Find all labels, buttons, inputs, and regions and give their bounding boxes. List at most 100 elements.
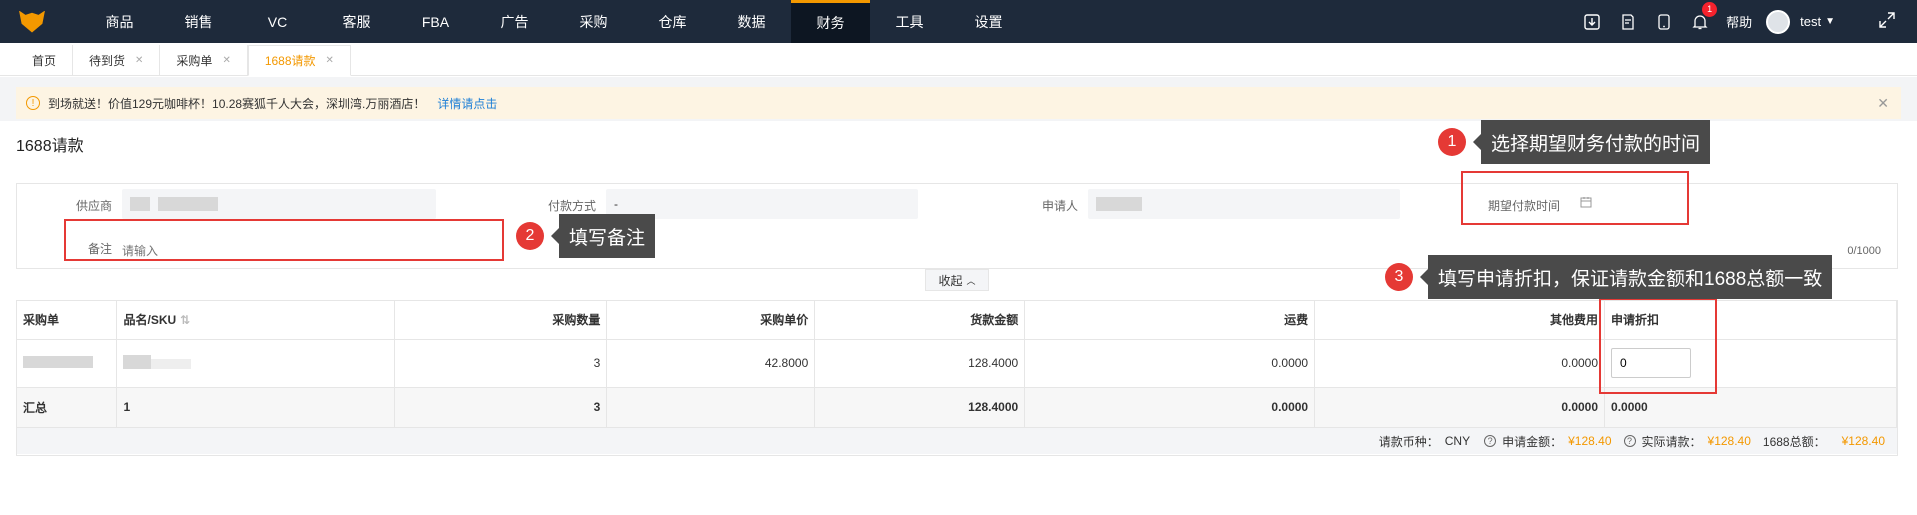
download-icon[interactable] (1574, 13, 1610, 30)
actual-amount-value: ¥128.40 (1707, 434, 1751, 448)
col-header-sku[interactable]: 品名/SKU ⇅ (116, 301, 396, 340)
total-1688-label: 1688总额： (1762, 434, 1826, 449)
total-1688-value: ¥128.40 (1841, 434, 1885, 448)
close-icon[interactable]: ✕ (135, 55, 143, 66)
blurred-value (23, 355, 93, 368)
annotation-box-discount (1599, 298, 1717, 394)
col-header: 采购数量 (394, 301, 608, 340)
close-icon[interactable]: ✕ (1877, 95, 1889, 112)
tab-home[interactable]: 首页 (16, 45, 74, 75)
annotation-number: 1 (1438, 128, 1466, 156)
main-nav: 商品 销售 VC 客服 FBA 广告 采购 仓库 数据 财务 工具 设置 (80, 0, 1028, 43)
collapse-button[interactable]: 收起 ︿ (925, 269, 989, 291)
notification-badge: 1 (1702, 1, 1718, 17)
avatar[interactable] (1766, 9, 1791, 34)
top-navbar: 商品 销售 VC 客服 FBA 广告 采购 仓库 数据 财务 工具 设置 1 帮… (0, 0, 1917, 43)
close-icon[interactable]: ✕ (326, 55, 334, 66)
purchase-order-cell (17, 339, 118, 388)
blurred-value (158, 197, 218, 211)
nav-item-customer-service[interactable]: 客服 (317, 0, 396, 43)
caret-down-icon[interactable]: ▼ (1825, 16, 1835, 27)
summary-amount: 128.4000 (814, 387, 1026, 428)
app-logo[interactable] (10, 0, 54, 43)
tab-label: 待到货 (89, 53, 126, 68)
other-fee-cell: 0.0000 (1314, 339, 1606, 388)
page-title: 1688请款 (16, 138, 84, 155)
currency-label: 请款币种： (1378, 434, 1439, 449)
tab-pending-arrival[interactable]: 待到货 ✕ (73, 45, 161, 75)
nav-item-ads[interactable]: 广告 (475, 0, 554, 43)
col-header-label: 品名/SKU (123, 313, 177, 328)
apply-amount-value: ¥128.40 (1568, 434, 1612, 448)
supplier-field (122, 189, 436, 219)
mobile-icon[interactable] (1646, 13, 1682, 30)
nav-item-vc[interactable]: VC (238, 0, 317, 43)
applicant-label: 申请人 (1041, 199, 1078, 213)
payment-summary: 请款币种： CNY ? 申请金额： ¥128.40 ? 实际请款： ¥128.4… (17, 428, 1897, 454)
summary-label: 汇总 (17, 387, 118, 428)
actual-amount-label: 实际请款： (1641, 434, 1702, 449)
help-link[interactable]: 帮助 (1726, 12, 1752, 31)
announcement-text: 到场就送！价值129元咖啡杯！10.28赛狐千人大会，深圳湾.万丽酒店！ (48, 96, 426, 111)
nav-item-finance[interactable]: 财务 (791, 0, 870, 43)
summary-other: 0.0000 (1314, 387, 1606, 428)
apply-amount-label: 申请金额： (1502, 434, 1563, 449)
page-tabs: 首页 待到货 ✕ 采购单 ✕ 1688请款 ✕ (0, 43, 1917, 76)
help-icon[interactable]: ? (1484, 435, 1497, 447)
annotation-number: 2 (516, 222, 544, 250)
summary-qty: 3 (394, 387, 608, 428)
bell-icon[interactable]: 1 (1682, 1, 1718, 30)
sku-cell (116, 339, 396, 388)
blurred-value (151, 358, 192, 369)
annotation-box-expected-time (1461, 171, 1689, 225)
unit-price-cell: 42.8000 (606, 339, 816, 388)
freight-cell: 0.0000 (1024, 339, 1316, 388)
col-header: 货款金额 (814, 301, 1026, 340)
col-header: 采购单价 (606, 301, 816, 340)
supplier-label: 供应商 (75, 199, 112, 213)
announcement-bar: ! 到场就送！价值129元咖啡杯！10.28赛狐千人大会，深圳湾.万丽酒店！ 详… (16, 87, 1901, 119)
summary-empty (606, 387, 816, 428)
fox-logo-icon (19, 10, 45, 33)
product-thumbnail (123, 354, 152, 369)
close-icon[interactable]: ✕ (222, 55, 230, 66)
blurred-value (1096, 197, 1142, 211)
annotation-tip: 选择期望财务付款的时间 (1472, 120, 1711, 164)
payment-method-label: 付款方式 (547, 199, 596, 213)
applicant-field (1088, 189, 1400, 219)
col-header: 其他费用 (1314, 301, 1606, 340)
annotation-tip: 填写申请折扣，保证请款金额和1688总额一致 (1419, 255, 1833, 299)
help-icon[interactable]: ? (1623, 435, 1636, 447)
amount-cell: 128.4000 (814, 339, 1026, 388)
nav-item-sales[interactable]: 销售 (159, 0, 238, 43)
nav-item-tools[interactable]: 工具 (870, 0, 949, 43)
document-add-icon[interactable] (1610, 13, 1646, 30)
nav-item-fba[interactable]: FBA (396, 0, 475, 43)
nav-item-purchase[interactable]: 采购 (554, 0, 633, 43)
top-right-tools: 1 帮助 test ▼ (1574, 0, 1917, 43)
qty-cell: 3 (394, 339, 608, 388)
sort-icon[interactable]: ⇅ (180, 313, 190, 327)
collapse-label: 收起 (938, 273, 963, 288)
fullscreen-icon[interactable] (1879, 12, 1895, 31)
tab-label: 采购单 (176, 53, 213, 68)
annotation-number: 3 (1385, 263, 1413, 291)
tab-1688-payment[interactable]: 1688请款 ✕ (247, 45, 351, 76)
blurred-value (130, 197, 150, 211)
chevron-up-icon: ︿ (966, 275, 976, 286)
nav-item-warehouse[interactable]: 仓库 (633, 0, 712, 43)
info-icon: ! (26, 96, 40, 110)
nav-item-products[interactable]: 商品 (80, 0, 159, 43)
annotation-box-remark (64, 219, 504, 261)
char-counter: 0/1000 (1847, 245, 1881, 257)
username[interactable]: test (1800, 14, 1821, 29)
currency-value: CNY (1444, 434, 1471, 448)
col-header: 采购单 (17, 301, 118, 340)
summary-sku-count: 1 (116, 387, 396, 428)
announcement-link[interactable]: 详情请点击 (437, 95, 497, 112)
nav-item-data[interactable]: 数据 (712, 0, 791, 43)
summary-freight: 0.0000 (1024, 387, 1316, 428)
nav-item-settings[interactable]: 设置 (949, 0, 1028, 43)
tab-purchase-order[interactable]: 采购单 ✕ (160, 45, 248, 75)
annotation-tip: 填写备注 (550, 214, 656, 258)
